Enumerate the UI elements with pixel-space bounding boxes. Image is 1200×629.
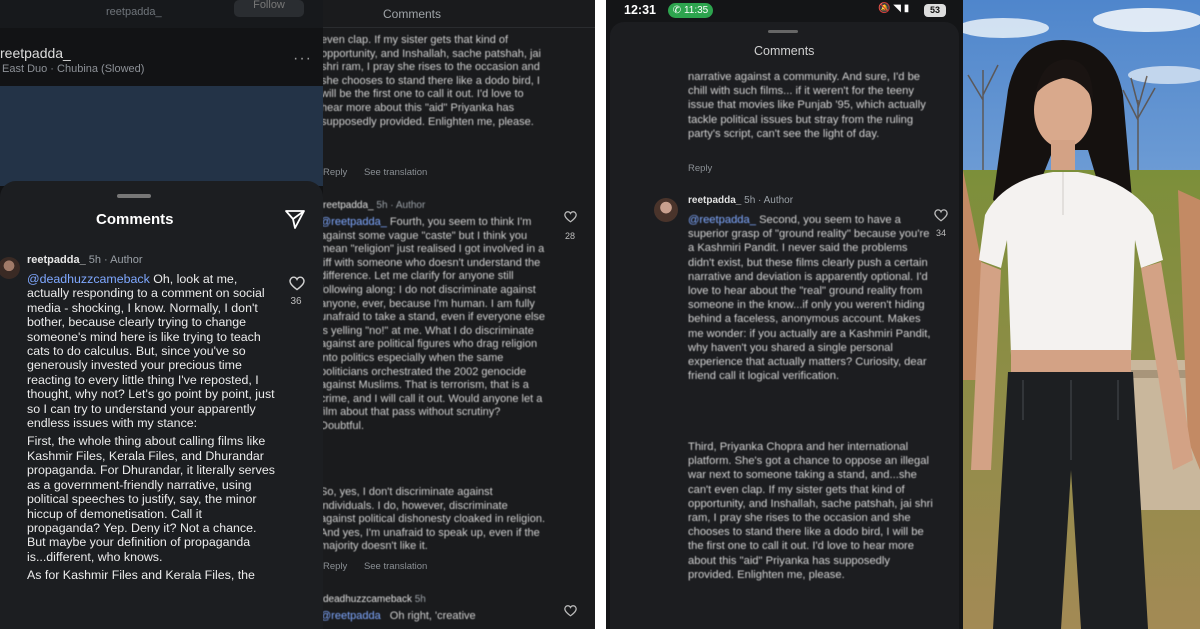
share-icon[interactable] bbox=[283, 207, 307, 231]
comment-text-top: narrative against a community. And sure,… bbox=[688, 71, 926, 140]
comment-paragraph-1: Fourth, you seem to think I'm against so… bbox=[323, 216, 546, 432]
comments-title: Comments bbox=[754, 44, 815, 58]
call-timer[interactable]: ✆ 11:35 bbox=[668, 3, 713, 18]
comment-author-line: reetpadda_ 5h · Author bbox=[323, 199, 425, 213]
comments-title: Comments bbox=[96, 211, 174, 228]
screenshot-panel-2: Comments even clap. If my sister gets th… bbox=[323, 0, 595, 629]
status-bar bbox=[606, 0, 963, 22]
see-translation-button[interactable]: See translation bbox=[364, 167, 427, 178]
comment-text-top: even clap. If my sister gets that kind o… bbox=[323, 34, 541, 128]
comment-author-line: deadhuzzcameback 5h bbox=[323, 593, 426, 607]
comment-meta: 5h · Author bbox=[376, 200, 426, 211]
photo-illustration bbox=[963, 0, 1200, 629]
comments-title: Comments bbox=[383, 7, 442, 21]
more-options-button[interactable]: ··· bbox=[293, 50, 312, 68]
comment-paragraph-1: Oh, look at me, actually responding to a… bbox=[27, 272, 275, 431]
follow-button[interactable]: Follow bbox=[234, 0, 304, 17]
comment-paragraph-1: Second, you seem to have a superior gras… bbox=[688, 214, 931, 383]
see-translation-button[interactable]: See translation bbox=[364, 561, 427, 572]
comment-mention[interactable]: @reetpadda_ bbox=[323, 216, 387, 228]
comment-author-line: reetpadda_ 5h · Author bbox=[688, 195, 793, 206]
comment-author[interactable]: reetpadda_ bbox=[323, 200, 374, 211]
status-icons: 🔕 ◥ ▮ bbox=[878, 3, 910, 14]
post-username[interactable]: reetpadda_ bbox=[0, 45, 71, 61]
screenshot-panel-3: 12:31 ✆ 11:35 🔕 ◥ ▮ 53 Comments narrativ… bbox=[606, 0, 963, 629]
sheet-drag-handle[interactable] bbox=[768, 30, 798, 33]
comment-author[interactable]: deadhuzzcameback bbox=[323, 594, 412, 605]
profile-photo bbox=[963, 0, 1200, 629]
reply-button[interactable]: Reply bbox=[323, 561, 347, 572]
reply-button[interactable]: Reply bbox=[688, 163, 712, 174]
reply-row: Reply See translation bbox=[323, 167, 427, 178]
screenshot-panel-1: reetpadda_ Follow reetpadda_ East Duo · … bbox=[0, 0, 323, 629]
comment-meta: 5h bbox=[414, 594, 426, 605]
comment-body: @reetpadda Oh right, 'creative bbox=[323, 610, 546, 624]
status-time: 12:31 bbox=[624, 3, 656, 17]
battery-level: 53 bbox=[924, 4, 946, 17]
comment-paragraph-2: Third, Priyanka Chopra and her internati… bbox=[688, 441, 933, 581]
like-count: 28 bbox=[564, 231, 575, 241]
comment-meta: 5h · Author bbox=[88, 254, 143, 266]
comment-meta: 5h · Author bbox=[744, 195, 794, 206]
comment-paragraph-3: As for Kashmir Files and Kerala Files, t… bbox=[27, 568, 255, 583]
comment-author[interactable]: reetpadda_ bbox=[688, 195, 741, 206]
image-divider bbox=[595, 0, 606, 629]
comment-paragraph-2: So, yes, I don't discriminate against in… bbox=[323, 486, 546, 553]
like-count: 36 bbox=[290, 296, 302, 307]
comment-mention[interactable]: @deadhuzzcameback bbox=[27, 272, 150, 286]
sheet-drag-handle[interactable] bbox=[117, 194, 151, 198]
comment-author-line: reetpadda_ 5h · Author bbox=[27, 254, 143, 266]
comment-paragraph-2: First, the whole thing about calling fil… bbox=[27, 434, 275, 564]
call-timer-value: 11:35 bbox=[683, 5, 709, 16]
comment-mention[interactable]: @reetpadda bbox=[323, 610, 381, 622]
comment-paragraph-1: Oh right, 'creative bbox=[389, 610, 476, 622]
avatar[interactable] bbox=[654, 198, 678, 222]
comment-body: @reetpadda_ Second, you seem to have a s… bbox=[688, 213, 936, 383]
comment-body: @deadhuzzcameback Oh, look at me, actual… bbox=[27, 272, 277, 587]
post-media bbox=[0, 86, 323, 186]
comment-author[interactable]: reetpadda_ bbox=[27, 254, 86, 266]
reply-button[interactable]: Reply bbox=[323, 167, 347, 178]
comment-mention[interactable]: @reetpadda_ bbox=[688, 214, 756, 226]
heart-icon[interactable] bbox=[563, 604, 578, 617]
heart-icon[interactable] bbox=[563, 210, 578, 223]
post-audio-label[interactable]: East Duo · Chubina (Slowed) bbox=[2, 63, 144, 75]
comment-body: @reetpadda_ Fourth, you seem to think I'… bbox=[323, 216, 546, 434]
heart-icon[interactable] bbox=[288, 275, 306, 291]
reply-row: Reply See translation bbox=[323, 561, 427, 572]
header-username: reetpadda_ bbox=[106, 6, 162, 18]
divider bbox=[323, 27, 595, 28]
